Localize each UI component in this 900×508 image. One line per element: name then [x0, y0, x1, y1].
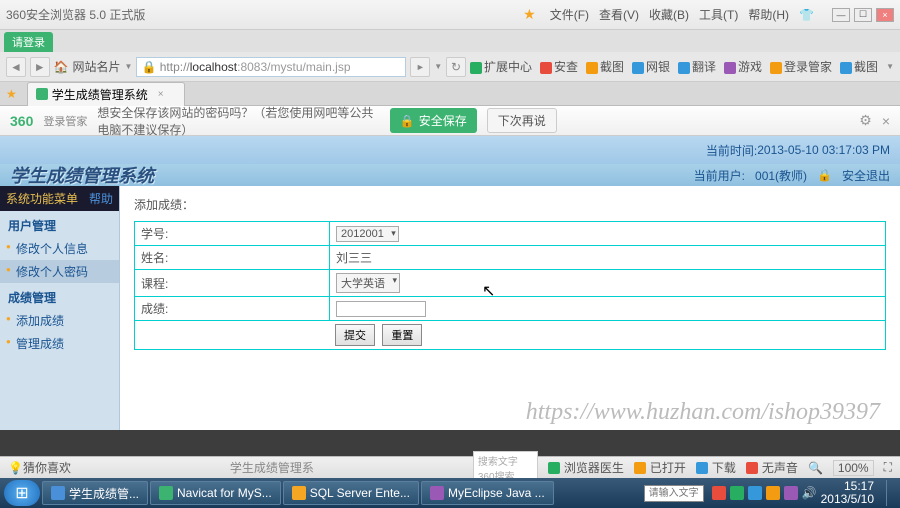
addr-icon: 🏠: [54, 60, 69, 74]
section-grade: 成绩管理: [0, 283, 119, 309]
taskbar-clock[interactable]: 15:17 2013/5/10: [821, 480, 874, 506]
sidebar-item-edit-password[interactable]: 修改个人密码: [0, 260, 119, 283]
ext-login[interactable]: 登录管家: [770, 58, 832, 75]
ext-intercept[interactable]: 截图: [586, 58, 624, 75]
taskbar-item-myeclipse[interactable]: MyEclipse Java ...: [421, 481, 554, 505]
skin-icon[interactable]: 👕: [799, 8, 814, 22]
save-password-button[interactable]: 🔒安全保存: [390, 108, 477, 133]
sidebar-item-edit-info[interactable]: 修改个人信息: [0, 237, 119, 260]
zoom-mag-icon[interactable]: 🔍: [808, 461, 823, 475]
status-text: 学生成绩管理系: [81, 459, 463, 476]
tab-title: 学生成绩管理系统: [52, 86, 148, 103]
ext-game[interactable]: 游戏: [724, 58, 762, 75]
pwd-message: 想安全保存该网站的密码吗？（若您使用网吧等公共电脑不建议保存）: [97, 104, 379, 138]
help-link[interactable]: 帮助: [89, 190, 113, 207]
submit-button[interactable]: 提交: [335, 324, 375, 346]
taskbar-item-browser[interactable]: 学生成绩管...: [42, 481, 148, 505]
back-icon[interactable]: ◄: [6, 57, 26, 77]
minimize-icon[interactable]: —: [832, 8, 850, 22]
ext-center[interactable]: 扩展中心: [470, 58, 532, 75]
tray-icon[interactable]: [766, 486, 780, 500]
volume-icon[interactable]: 🔊: [802, 486, 817, 500]
star-icon: ★: [523, 6, 536, 23]
close-icon[interactable]: ×: [876, 8, 894, 22]
page-title: 学生成绩管理系统: [10, 162, 154, 188]
forward-icon[interactable]: ►: [30, 57, 50, 77]
expand-icon[interactable]: ⛶: [884, 460, 892, 475]
chevron-down-icon[interactable]: ▼: [886, 62, 894, 71]
current-user-label: 当前用户:: [694, 167, 745, 184]
label-student-id: 学号:: [135, 222, 330, 246]
pwd-logo: 360: [10, 113, 33, 129]
go-icon[interactable]: ►: [410, 57, 430, 77]
tab-favicon: [36, 88, 48, 100]
maximize-icon[interactable]: ☐: [854, 8, 872, 22]
start-button[interactable]: ⊞: [4, 480, 40, 506]
logout-link[interactable]: 安全退出: [842, 167, 890, 184]
login-badge[interactable]: 请登录: [4, 32, 53, 52]
browser-title: 360安全浏览器 5.0 正式版: [6, 6, 523, 23]
lock-icon: 🔒: [400, 114, 415, 128]
menu-tool[interactable]: 工具(T): [699, 6, 738, 23]
menu-view[interactable]: 查看(V): [599, 6, 639, 23]
open-status[interactable]: 已打开: [634, 459, 686, 476]
site-card-label[interactable]: 网站名片: [73, 58, 121, 75]
menu-title: 系统功能菜单: [6, 190, 78, 207]
tips-icon[interactable]: 💡猜你喜欢: [8, 459, 71, 476]
sidebar-item-add-grade[interactable]: 添加成绩: [0, 309, 119, 332]
address-bar[interactable]: 🔒 http://localhost:8083/mystu/main.jsp: [136, 57, 406, 77]
current-time-value: 2013-05-10 03:17:03 PM: [757, 143, 890, 157]
label-name: 姓名:: [135, 246, 330, 270]
current-time-label: 当前时间:: [706, 142, 757, 159]
ime-input[interactable]: [644, 485, 704, 502]
value-name: 刘三三: [330, 246, 886, 270]
menu-file[interactable]: 文件(F): [550, 6, 589, 23]
menu-help[interactable]: 帮助(H): [748, 6, 789, 23]
tray-icon[interactable]: [748, 486, 762, 500]
taskbar-item-sqlserver[interactable]: SQL Server Ente...: [283, 481, 419, 505]
input-score[interactable]: [336, 301, 426, 317]
label-score: 成绩:: [135, 297, 330, 321]
show-desktop[interactable]: [886, 480, 896, 506]
reset-button[interactable]: 重置: [382, 324, 422, 346]
sidebar: 系统功能菜单 帮助 用户管理 修改个人信息 修改个人密码 成绩管理 添加成绩 管…: [0, 186, 120, 466]
tab-close-icon[interactable]: ×: [158, 89, 164, 100]
form-title: 添加成绩：: [134, 196, 886, 213]
pwd-subtitle: 登录管家: [43, 113, 87, 129]
menu-fav[interactable]: 收藏(B): [649, 6, 689, 23]
cursor-icon: ↖: [482, 281, 495, 301]
chevron-down-icon[interactable]: ▼: [125, 62, 133, 71]
tab-active[interactable]: 学生成绩管理系统 ×: [27, 82, 185, 106]
ext-safe[interactable]: 安查: [540, 58, 578, 75]
close-bar-icon[interactable]: ×: [882, 113, 890, 129]
refresh-icon[interactable]: ↻: [446, 57, 466, 77]
bookmark-icon[interactable]: ★: [6, 87, 17, 101]
tray-icon[interactable]: [784, 486, 798, 500]
doctor-button[interactable]: 浏览器医生: [548, 459, 624, 476]
select-student-id[interactable]: 2012001: [336, 226, 399, 242]
section-user: 用户管理: [0, 211, 119, 237]
sidebar-item-manage-grade[interactable]: 管理成绩: [0, 332, 119, 355]
ext-net[interactable]: 网银: [632, 58, 670, 75]
taskbar-item-navicat[interactable]: Navicat for MyS...: [150, 481, 281, 505]
download-button[interactable]: 下载: [696, 459, 736, 476]
mute-button[interactable]: 无声音: [746, 459, 798, 476]
zoom-value[interactable]: 100%: [833, 460, 874, 476]
label-course: 课程:: [135, 270, 330, 297]
gear-icon[interactable]: ⚙: [859, 112, 872, 129]
ext-trans[interactable]: 翻译: [678, 58, 716, 75]
tray-icon[interactable]: [730, 486, 744, 500]
watermark: https://www.huzhan.com/ishop39397: [526, 399, 880, 426]
select-course[interactable]: 大学英语: [336, 273, 400, 293]
ext-shot[interactable]: 截图: [840, 58, 878, 75]
current-user-value: 001(教师): [755, 167, 807, 184]
tray-icon[interactable]: [712, 486, 726, 500]
lock-icon: 🔒: [817, 168, 832, 182]
later-button[interactable]: 下次再说: [487, 108, 557, 133]
chevron-down-icon[interactable]: ▼: [434, 62, 442, 71]
